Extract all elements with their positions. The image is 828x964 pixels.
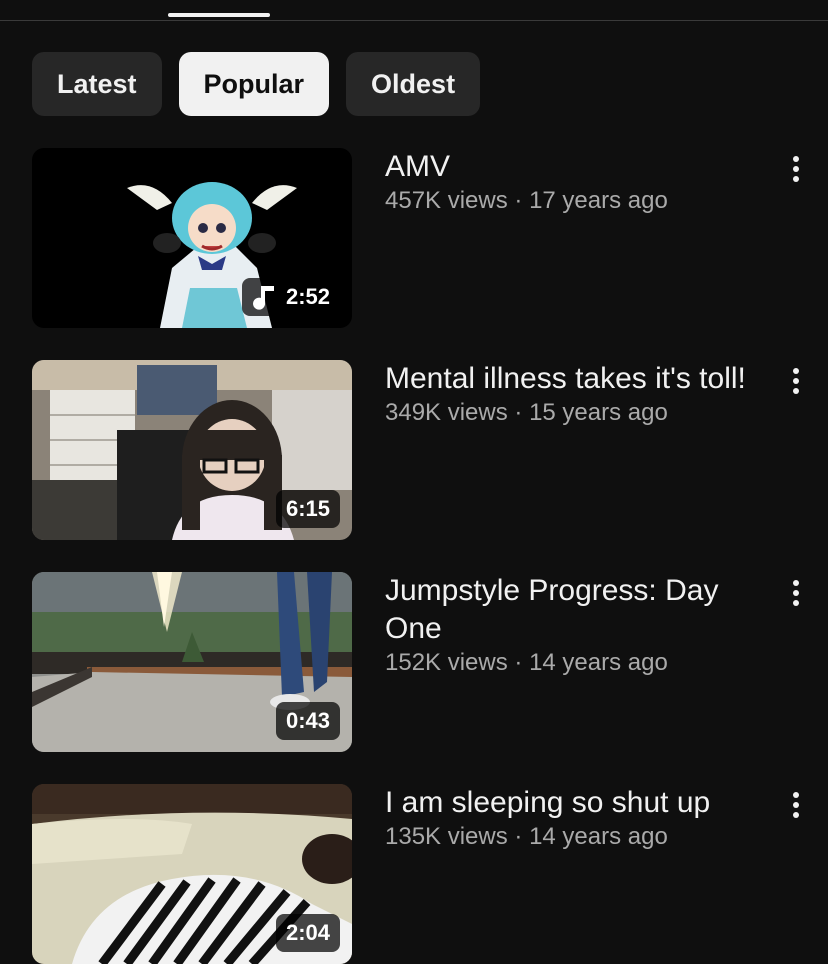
- upload-age: 14 years ago: [529, 649, 668, 676]
- active-tab-indicator: [168, 13, 270, 17]
- upload-age: 15 years ago: [529, 399, 668, 426]
- video-thumbnail[interactable]: 6:15: [32, 360, 352, 540]
- video-info: I am sleeping so shut up 135K views · 14…: [385, 784, 765, 852]
- video-title[interactable]: Jumpstyle Progress: Day One: [385, 572, 765, 648]
- chip-latest[interactable]: Latest: [32, 52, 162, 116]
- more-vertical-icon[interactable]: [784, 578, 808, 608]
- video-thumbnail[interactable]: 2:52: [32, 148, 352, 328]
- video-item[interactable]: 2:52 AMV 457K views · 17 years ago: [32, 148, 828, 328]
- upload-age: 17 years ago: [529, 187, 668, 214]
- meta-separator: ·: [507, 187, 530, 214]
- video-item[interactable]: 6:15 Mental illness takes it's toll! 349…: [32, 360, 828, 540]
- duration-text: 0:43: [285, 708, 330, 733]
- video-info: Jumpstyle Progress: Day One 152K views ·…: [385, 572, 765, 678]
- chip-popular[interactable]: Popular: [178, 52, 330, 116]
- view-count: 349K views: [385, 399, 508, 426]
- video-meta: 349K views · 15 years ago: [385, 398, 765, 428]
- video-title[interactable]: Mental illness takes it's toll!: [385, 360, 765, 398]
- video-meta: 152K views · 14 years ago: [385, 648, 765, 678]
- video-meta: 135K views · 14 years ago: [385, 822, 765, 852]
- meta-separator: ·: [507, 823, 530, 850]
- view-count: 135K views: [385, 823, 508, 850]
- more-vertical-icon[interactable]: [784, 366, 808, 396]
- upload-age: 14 years ago: [529, 823, 668, 850]
- video-info: AMV 457K views · 17 years ago: [385, 148, 765, 216]
- music-note-icon: [252, 284, 276, 310]
- duration-badge: 6:15: [275, 490, 340, 528]
- video-thumbnail[interactable]: 2:04: [32, 784, 352, 964]
- more-vertical-icon[interactable]: [784, 790, 808, 820]
- duration-text: 2:04: [285, 920, 330, 945]
- video-item[interactable]: 2:04 I am sleeping so shut up 135K views…: [32, 784, 828, 964]
- meta-separator: ·: [507, 399, 530, 426]
- view-count: 152K views: [385, 649, 508, 676]
- chip-oldest[interactable]: Oldest: [346, 52, 481, 116]
- video-item[interactable]: 0:43 Jumpstyle Progress: Day One 152K vi…: [32, 572, 828, 752]
- duration-badge: 2:04: [275, 914, 340, 952]
- duration-badge: 2:52: [241, 278, 340, 316]
- video-title[interactable]: AMV: [385, 148, 765, 186]
- sort-chips: Latest Popular Oldest: [32, 52, 481, 116]
- video-title[interactable]: I am sleeping so shut up: [385, 784, 765, 822]
- view-count: 457K views: [385, 187, 508, 214]
- more-vertical-icon[interactable]: [784, 154, 808, 184]
- duration-text: 6:15: [285, 496, 330, 521]
- duration-badge: 0:43: [275, 702, 340, 740]
- video-info: Mental illness takes it's toll! 349K vie…: [385, 360, 765, 428]
- meta-separator: ·: [507, 649, 530, 676]
- tab-bar: [0, 0, 828, 21]
- duration-text: 2:52: [285, 284, 330, 309]
- video-thumbnail[interactable]: 0:43: [32, 572, 352, 752]
- video-meta: 457K views · 17 years ago: [385, 186, 765, 216]
